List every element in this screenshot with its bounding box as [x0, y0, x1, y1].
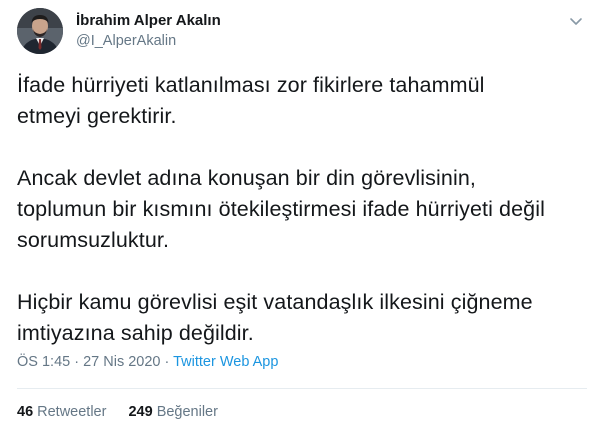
- tweet-paragraph: İfade hürriyeti katlanılması zor fikirle…: [17, 73, 485, 128]
- divider: [17, 388, 587, 389]
- tweet-source-link[interactable]: Twitter Web App: [173, 354, 278, 370]
- tweet-header: İbrahim Alper Akalın @I_AlperAkalin: [17, 8, 587, 54]
- likes-count: 249: [128, 404, 153, 420]
- retweets-stat[interactable]: 46 Retweetler: [17, 402, 106, 422]
- retweets-label: Retweetler: [37, 404, 107, 420]
- user-handle[interactable]: @I_AlperAkalin: [76, 31, 221, 51]
- retweets-count: 46: [17, 404, 34, 420]
- chevron-down-icon: [570, 18, 582, 25]
- tweet-text: İfade hürriyeti katlanılması zor fikirle…: [17, 70, 587, 349]
- tweet-paragraph: Ancak devlet adına konuşan bir din görev…: [17, 166, 545, 252]
- tweet-date[interactable]: 27 Nis 2020: [83, 354, 160, 370]
- likes-label: Beğeniler: [156, 404, 218, 420]
- likes-stat[interactable]: 249 Beğeniler: [128, 402, 217, 422]
- tweet-time[interactable]: ÖS 1:45: [17, 354, 70, 370]
- tweet-paragraph: Hiçbir kamu görevlisi eşit vatandaşlık i…: [17, 290, 533, 345]
- display-name[interactable]: İbrahim Alper Akalın: [76, 11, 221, 31]
- avatar[interactable]: [17, 8, 63, 54]
- meta-separator: ·: [70, 354, 84, 370]
- tweet-stats: 46 Retweetler 249 Beğeniler: [17, 402, 236, 422]
- meta-separator: ·: [160, 354, 174, 370]
- tweet-card: İbrahim Alper Akalın @I_AlperAkalin İfad…: [0, 0, 601, 437]
- tweet-metadata: ÖS 1:45 · 27 Nis 2020 · Twitter Web App: [17, 352, 278, 372]
- more-options-button[interactable]: [567, 12, 585, 30]
- profile-photo-icon: [17, 8, 63, 54]
- user-name-block: İbrahim Alper Akalın @I_AlperAkalin: [76, 11, 221, 51]
